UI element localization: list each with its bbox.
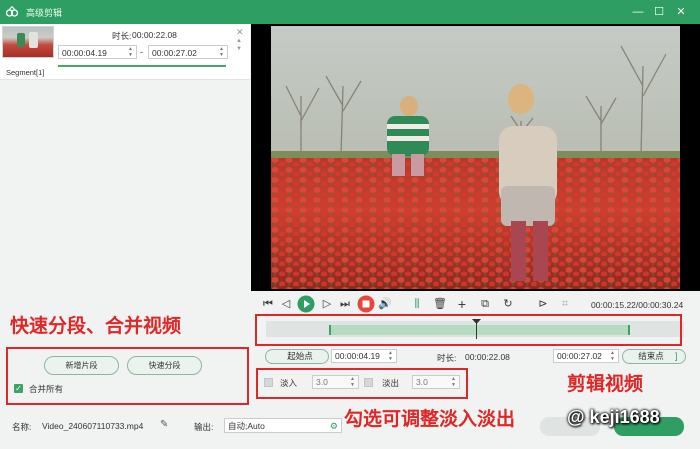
watermark: @ keji1688 [567,407,660,427]
output-settings-icon[interactable]: ⚙ [330,419,338,433]
time-display: 00:00:15.22/00:00:30.24 [591,300,684,310]
segment-end-value: 00:00:27.02 [152,48,197,58]
title-bar: 高级剪辑 — ☐ ✕ [0,0,700,24]
play-icon[interactable] [297,295,315,313]
left-caption: 快速分段、合并视频 [10,316,182,337]
segment-close-icon[interactable]: ✕ [236,27,244,38]
output-select-value: 自动;Auto [228,421,265,431]
left-highlight-box [6,347,249,405]
mark-in-icon[interactable]: ⊳ [535,296,551,312]
edit-name-icon[interactable]: ✎ [160,419,168,430]
right-caption: 剪辑视频 [567,374,644,395]
file-name-value[interactable]: Video_240607110733.mp4 [42,421,143,431]
start-time-spinner[interactable]: ▲ ▼ [387,350,394,362]
start-time-input[interactable]: 00:00:04.19 ▲ ▼ [331,349,397,363]
segment-start-input[interactable]: 00:00:04.19 ▲ ▼ [58,45,137,59]
app-logo-icon [6,6,18,17]
segment-card[interactable]: 时长: 00:00:22.08 ✕ ▲ ▼ 00:00:04.19 ▲ ▼ - 0… [0,24,250,80]
bottom-caption: 勾选可调整淡入淡出 [344,409,516,430]
add-icon[interactable]: + [454,296,470,312]
segment-down-icon[interactable]: ▼ [236,46,242,52]
close-icon[interactable]: ✕ [673,4,689,20]
maximize-icon[interactable]: ☐ [651,4,667,20]
minimize-icon[interactable]: — [630,4,646,20]
output-select[interactable]: 自动;Auto ⚙ [224,418,342,433]
prev-frame-icon[interactable]: ⏮ [260,296,276,312]
snapshot-icon[interactable]: ⌗ [557,296,573,312]
segment-start-value: 00:00:04.19 [62,48,107,58]
end-time-value: 00:00:27.02 [557,351,602,361]
output-label: 输出: [194,422,214,432]
video-preview[interactable] [251,24,700,291]
trim-duration-value: 00:00:22.08 [465,352,510,362]
start-time-value: 00:00:04.19 [335,351,380,361]
video-frame-image [271,26,680,289]
stop-icon[interactable] [357,295,375,313]
segment-duration-value: 00:00:22.08 [132,30,177,40]
step-back-icon[interactable]: ◁ [278,296,294,312]
segment-up-icon[interactable]: ▲ [236,38,242,44]
next-frame-icon[interactable]: ⏭ [337,296,353,312]
file-name-label: 名称: [12,422,32,432]
timeline-highlight-box [255,314,682,346]
window-title: 高级剪辑 [26,8,63,18]
segment-duration-label: 时长: [112,31,132,41]
trim-duration-label: 时长: [437,353,457,363]
segment-range-separator: - [140,47,143,57]
segment-start-spinner[interactable]: ▲ ▼ [127,46,134,58]
reset-icon[interactable]: ↻ [500,296,516,312]
fade-highlight-box [256,368,468,399]
split-icon[interactable]: ⫼ [409,296,425,312]
end-bracket: ] [675,351,678,361]
copy-icon[interactable]: ⧉ [477,296,493,312]
segment-end-spinner[interactable]: ▲ ▼ [218,46,225,58]
delete-icon[interactable]: 🗑 [432,296,448,312]
end-time-spinner[interactable]: ▲ ▼ [609,350,616,362]
segment-end-input[interactable]: 00:00:27.02 ▲ ▼ [148,45,228,59]
segment-name: Segment[1] [6,68,45,77]
end-time-input[interactable]: 00:00:27.02 ▲ ▼ [553,349,619,363]
volume-icon[interactable]: 🔊 [377,296,393,312]
step-forward-icon[interactable]: ▷ [319,296,335,312]
segment-range-bar [58,65,226,67]
segment-thumbnail [2,26,54,58]
start-point-button[interactable]: 起始点 [265,349,329,364]
